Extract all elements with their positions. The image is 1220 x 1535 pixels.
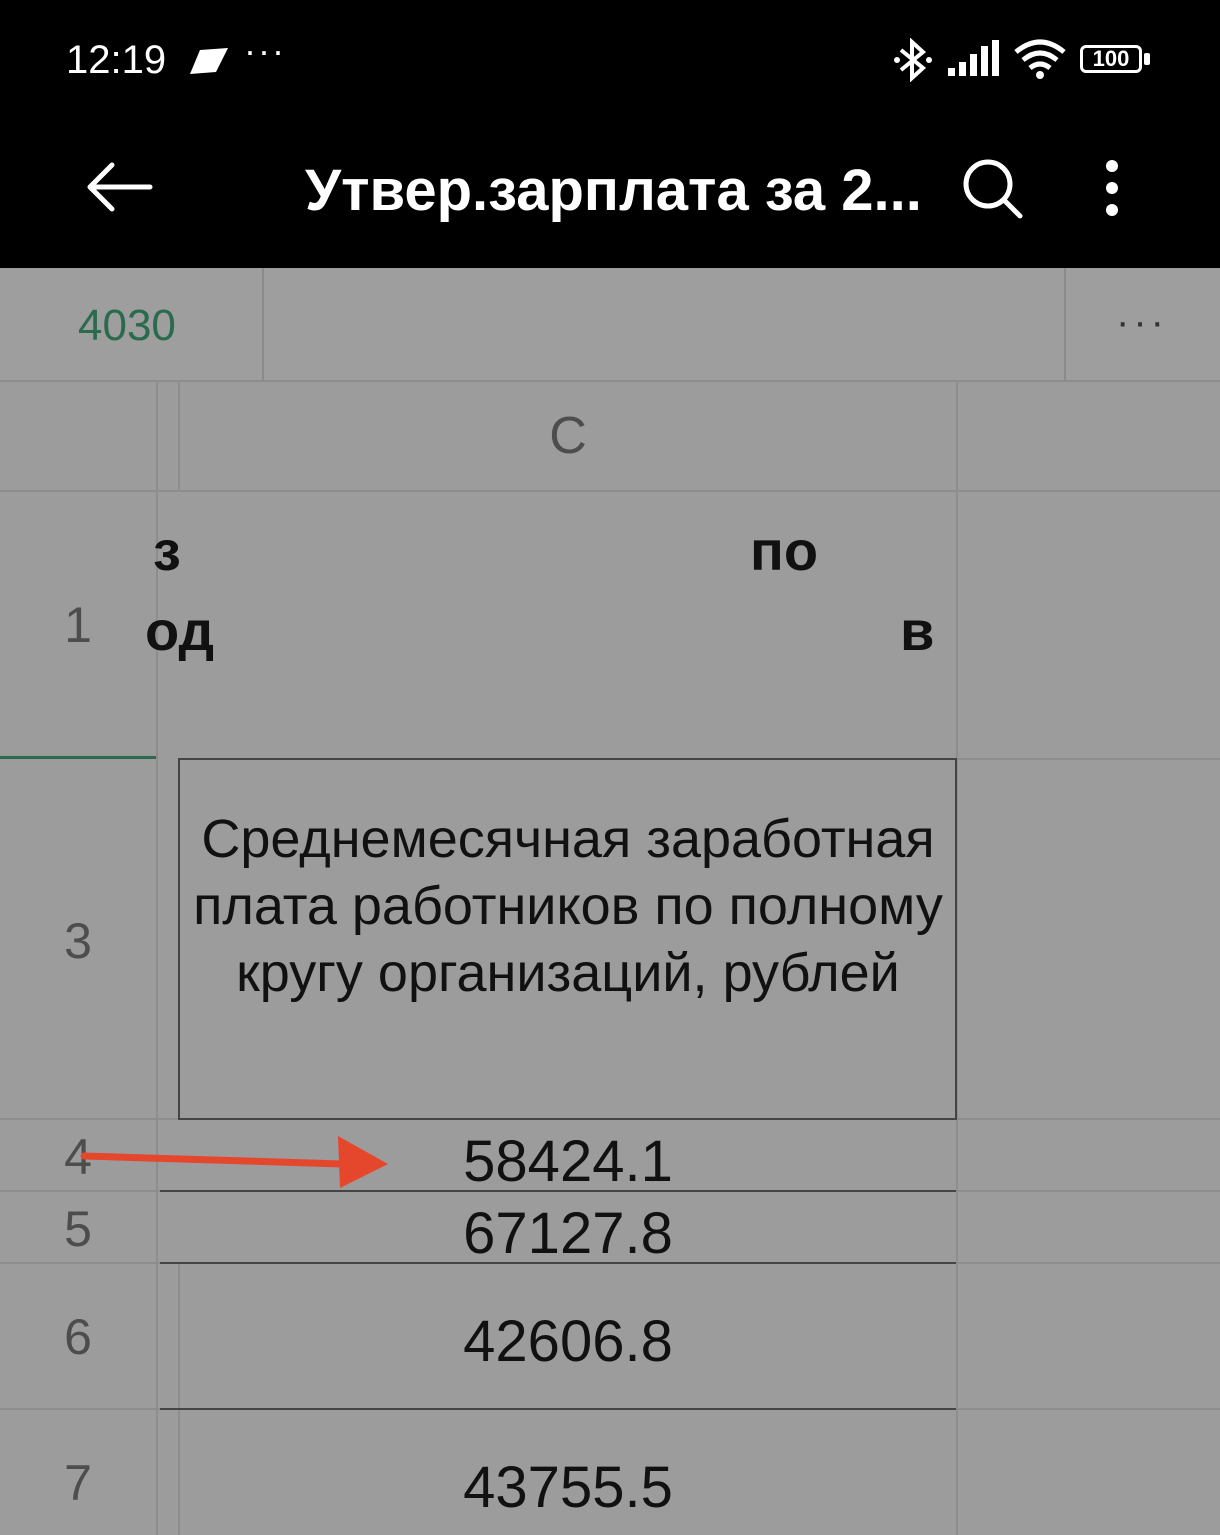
signal-icon (948, 40, 999, 76)
column-header-c[interactable]: C (180, 382, 956, 490)
cell-border (160, 1408, 956, 1410)
row1-text-fragment: з (153, 519, 181, 582)
grid-line (956, 758, 1220, 760)
row1-text-fragment: од (145, 599, 215, 662)
overflow-menu-icon[interactable] (1098, 158, 1126, 218)
cell-c6-value[interactable]: 42606.8 (180, 1308, 956, 1375)
formula-more-button[interactable]: ··· (1116, 300, 1168, 345)
row-header-5[interactable]: 5 (0, 1200, 156, 1258)
cell-border (180, 1118, 956, 1120)
annotation-arrow-icon (80, 1136, 388, 1188)
document-title: Утвер.зарплата за 2... (305, 158, 922, 223)
row-selection-indicator (0, 756, 156, 759)
cell-border (955, 758, 957, 1120)
back-arrow-icon[interactable] (84, 160, 154, 214)
grid-line (956, 1118, 1220, 1120)
cell-row-1[interactable] (158, 492, 956, 756)
search-icon[interactable] (960, 156, 1026, 222)
battery-level: 100 (1092, 46, 1130, 71)
bluetooth-icon (894, 38, 932, 82)
grid-line (0, 1262, 160, 1264)
grid-line (0, 1118, 180, 1120)
formula-bar-divider (1064, 268, 1066, 382)
row1-text-fragment: в (900, 599, 935, 662)
row1-text-fragment: по (750, 519, 819, 582)
row-header-1[interactable]: 1 (0, 596, 156, 654)
formula-bar-divider (262, 268, 264, 382)
row-header-3[interactable]: 3 (0, 912, 156, 970)
feather-notification-icon (190, 48, 228, 74)
more-notifications-icon: ··· (244, 30, 286, 71)
row-header-6[interactable]: 6 (0, 1308, 156, 1366)
row-header-7[interactable]: 7 (0, 1454, 156, 1512)
cell-c3-text: Среднемесячная заработная плата работник… (193, 809, 943, 1003)
wifi-icon (1014, 39, 1066, 79)
battery-icon: 100 (1080, 45, 1152, 77)
cell-c7-value[interactable]: 43755.5 (180, 1454, 956, 1521)
cell-c5-value[interactable]: 67127.8 (180, 1200, 956, 1267)
grid-line (956, 1262, 1220, 1264)
cell-reference[interactable]: 4030 (78, 300, 176, 352)
grid-line (956, 1190, 1220, 1192)
formula-input[interactable] (266, 268, 1062, 380)
status-time: 12:19 (66, 38, 167, 82)
